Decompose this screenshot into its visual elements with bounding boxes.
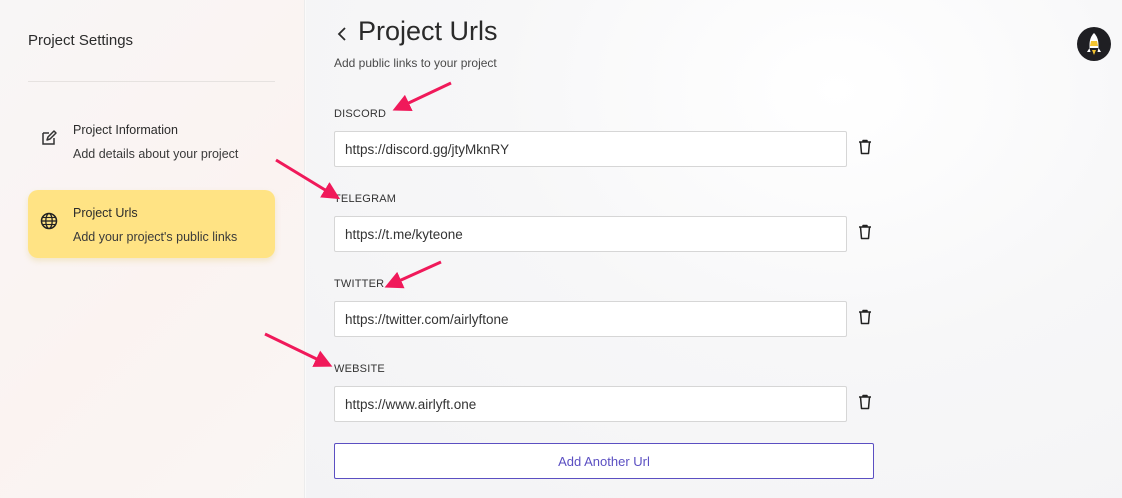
website-url-input[interactable] xyxy=(334,386,847,422)
page-title: Project Urls xyxy=(358,16,498,46)
sidebar-item-title: Project Urls xyxy=(73,206,138,220)
sidebar-title: Project Settings xyxy=(28,32,134,49)
page-subtitle: Add public links to your project xyxy=(334,56,497,70)
sidebar-item-subtitle: Add details about your project xyxy=(73,147,239,161)
chevron-left-icon[interactable] xyxy=(336,26,348,42)
discord-label: DISCORD xyxy=(334,108,387,120)
sidebar-item-title: Project Information xyxy=(73,123,178,137)
add-another-url-button[interactable]: Add Another Url xyxy=(334,443,874,479)
settings-sidebar: Project Settings Project Information Add… xyxy=(0,0,305,498)
twitter-label: TWITTER xyxy=(334,278,385,290)
telegram-label: TELEGRAM xyxy=(334,193,397,205)
sidebar-item-subtitle: Add your project's public links xyxy=(73,230,238,244)
edit-icon xyxy=(42,130,57,145)
discord-url-input[interactable] xyxy=(334,131,847,167)
trash-icon[interactable] xyxy=(856,308,874,326)
sidebar-divider xyxy=(28,81,275,82)
telegram-url-input[interactable] xyxy=(334,216,847,252)
website-label: WEBSITE xyxy=(334,363,385,375)
rocket-avatar-icon[interactable] xyxy=(1077,27,1111,61)
trash-icon[interactable] xyxy=(856,138,874,156)
sidebar-item-project-information[interactable]: Project Information Add details about yo… xyxy=(28,107,275,175)
twitter-url-input[interactable] xyxy=(334,301,847,337)
globe-icon xyxy=(40,212,58,230)
trash-icon[interactable] xyxy=(856,223,874,241)
sidebar-item-project-urls[interactable]: Project Urls Add your project's public l… xyxy=(28,190,275,258)
trash-icon[interactable] xyxy=(856,393,874,411)
